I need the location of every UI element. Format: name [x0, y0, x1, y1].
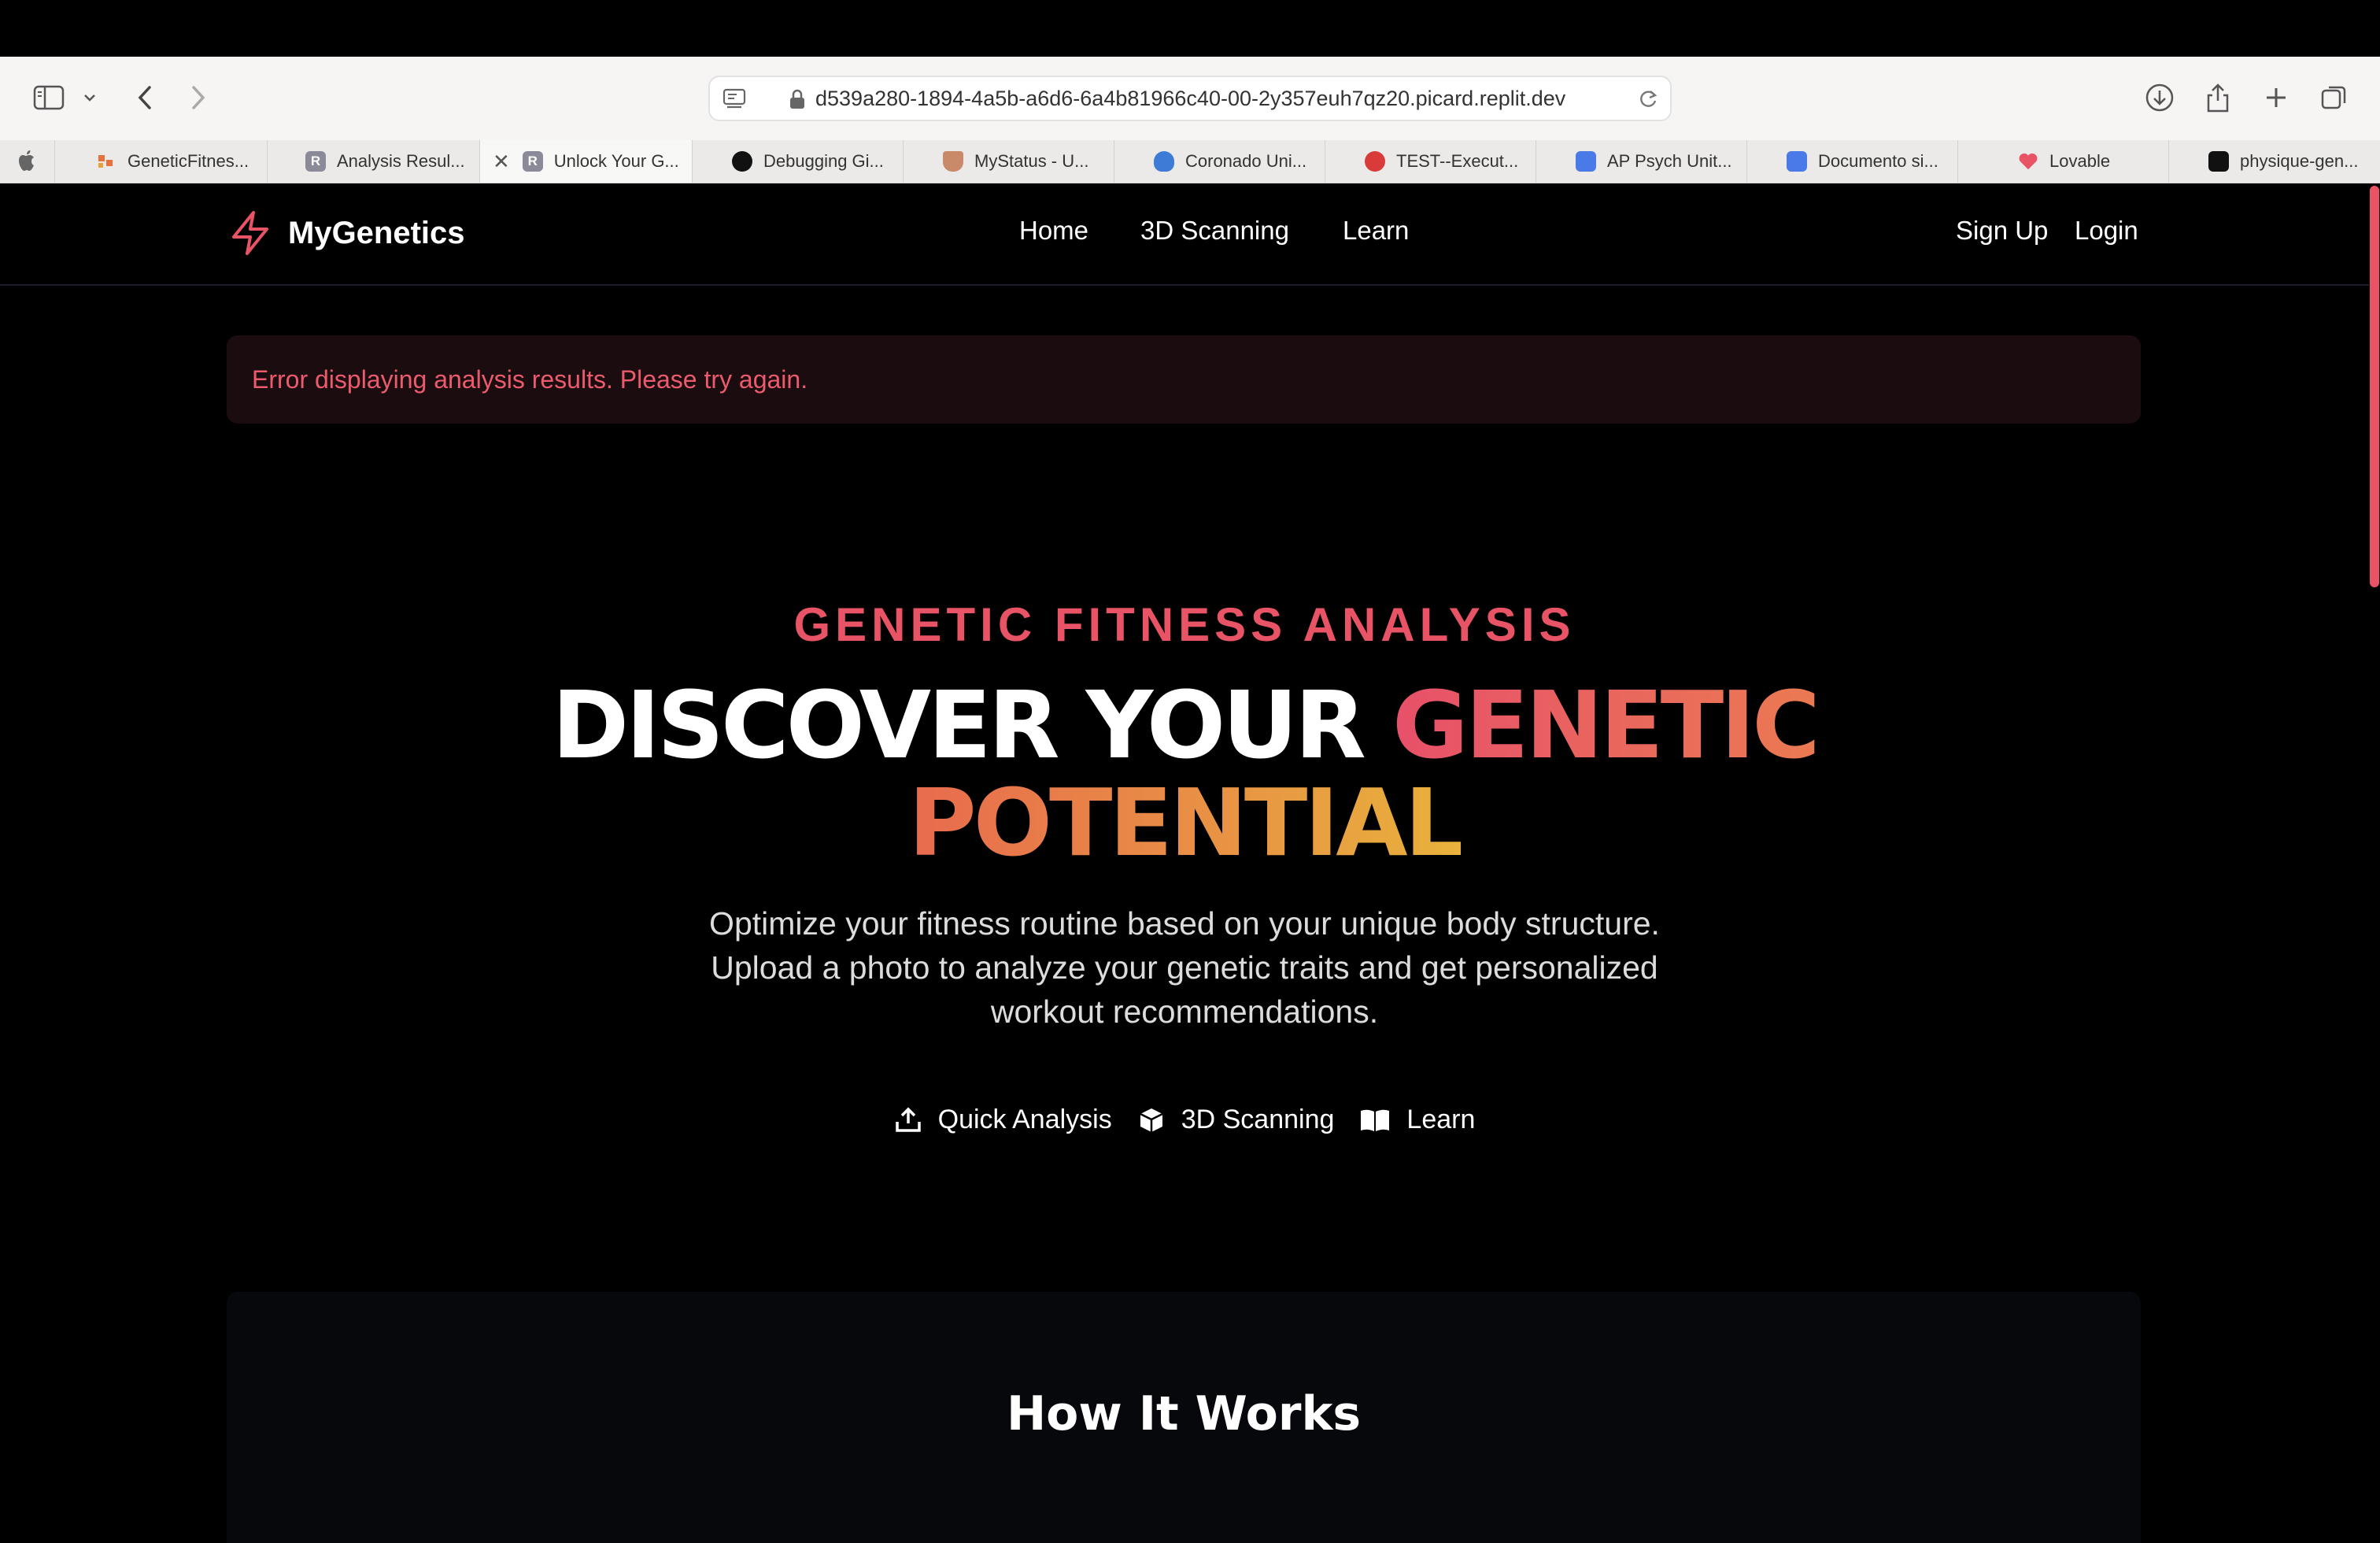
- upload-icon: [895, 1107, 921, 1132]
- openai-favicon-icon: [732, 151, 752, 172]
- forward-icon[interactable]: [178, 77, 219, 118]
- 3d-scanning-label: 3D Scanning: [1181, 1105, 1335, 1134]
- nav-learn[interactable]: Learn: [1343, 215, 1409, 246]
- hero-actions: Quick Analysis 3D Scanning Learn: [0, 1105, 2369, 1135]
- close-tab-icon[interactable]: ✕: [493, 150, 510, 174]
- lightning-icon: [232, 211, 268, 255]
- tab-coronado[interactable]: Coronado Uni...: [1114, 140, 1325, 183]
- docs-favicon-icon: [1787, 151, 1807, 172]
- hero-eyebrow: GENETIC FITNESS ANALYSIS: [793, 598, 1576, 651]
- tab-label: TEST--Execut...: [1396, 151, 1519, 171]
- cube-icon: [1140, 1108, 1163, 1132]
- brand-name: MyGenetics: [288, 215, 465, 250]
- hero-headline: DISCOVER YOUR GENETIC POTENTIAL: [0, 676, 2369, 871]
- subtitle-line: Upload a photo to analyze your genetic t…: [711, 949, 1658, 986]
- hero-subtitle: Optimize your fitness routine based on y…: [0, 901, 2369, 1034]
- cloud-favicon-icon: [1154, 151, 1174, 172]
- url-text[interactable]: d539a280-1894-4a5b-a6d6-6a4b81966c40-00-…: [815, 77, 1565, 120]
- quick-analysis-button[interactable]: Quick Analysis: [894, 1105, 1112, 1135]
- tab-label: AP Psych Unit...: [1607, 151, 1732, 171]
- tab-ap-psych[interactable]: AP Psych Unit...: [1536, 140, 1747, 183]
- replit-favicon-icon: R: [522, 151, 543, 172]
- tab-label: Analysis Resul...: [337, 151, 465, 171]
- address-bar[interactable]: d539a280-1894-4a5b-a6d6-6a4b81966c40-00-…: [708, 76, 1672, 121]
- apple-icon[interactable]: [0, 140, 55, 183]
- heart-favicon-icon: [2208, 151, 2229, 172]
- quick-analysis-label: Quick Analysis: [937, 1105, 1112, 1134]
- sidebar-toggle-icon[interactable]: [28, 77, 69, 118]
- nav-home[interactable]: Home: [1019, 215, 1088, 246]
- site-header: MyGenetics Home 3D Scanning Learn Sign U…: [0, 183, 2369, 286]
- tab-label: Unlock Your G...: [553, 151, 679, 171]
- brand-logo[interactable]: MyGenetics: [230, 210, 465, 256]
- subtitle-line: workout recommendations.: [990, 994, 1379, 1030]
- tab-bar: GeneticFitnes... R Analysis Resul... ✕ R…: [0, 140, 2380, 183]
- menu-bar: [0, 0, 2380, 57]
- lock-icon: [789, 88, 806, 114]
- tab-mystatus[interactable]: MyStatus - U...: [904, 140, 1114, 183]
- tab-label: Debugging Gi...: [763, 151, 884, 171]
- tab-label: GeneticFitnes...: [128, 151, 249, 171]
- page-menu-icon[interactable]: [722, 88, 746, 114]
- web-page: MyGenetics Home 3D Scanning Learn Sign U…: [0, 183, 2369, 1543]
- tab-favicon-icon: [96, 151, 116, 172]
- nav-3d-scanning[interactable]: 3D Scanning: [1140, 215, 1289, 246]
- tab-geneticfitness[interactable]: GeneticFitnes...: [55, 140, 268, 183]
- download-icon[interactable]: [2139, 77, 2180, 118]
- back-icon[interactable]: [124, 77, 165, 118]
- tab-unlock-your-genetics[interactable]: ✕ R Unlock Your G...: [480, 140, 693, 183]
- reload-icon[interactable]: [1637, 88, 1659, 114]
- tab-label: physique-gen...: [2240, 151, 2359, 171]
- how-it-works-section: How It Works: [227, 1292, 2141, 1543]
- browser-toolbar: d539a280-1894-4a5b-a6d6-6a4b81966c40-00-…: [0, 57, 2380, 141]
- scrollbar-thumb[interactable]: [2370, 186, 2379, 587]
- headline-accent: GENETIC: [1391, 671, 1820, 779]
- headline-line2: POTENTIAL: [908, 768, 1464, 877]
- star-favicon-icon: [1365, 151, 1385, 172]
- docs-favicon-icon: [1576, 151, 1596, 172]
- tab-label: Coronado Uni...: [1185, 151, 1307, 171]
- tab-test-execution[interactable]: TEST--Execut...: [1325, 140, 1536, 183]
- new-tab-icon[interactable]: [2256, 77, 2297, 118]
- tab-debugging[interactable]: Debugging Gi...: [693, 140, 904, 183]
- learn-label: Learn: [1406, 1105, 1476, 1134]
- subtitle-line: Optimize your fitness routine based on y…: [709, 905, 1660, 942]
- share-icon[interactable]: [2197, 77, 2238, 118]
- tab-physique-gen[interactable]: physique-gen...: [2169, 140, 2380, 183]
- tab-overview-icon[interactable]: [2314, 77, 2355, 118]
- tab-label: Lovable: [2049, 151, 2111, 171]
- shield-favicon-icon: [943, 151, 963, 172]
- learn-button[interactable]: Learn: [1359, 1105, 1475, 1135]
- login-link[interactable]: Login: [2075, 215, 2138, 246]
- tab-documento[interactable]: Documento si...: [1747, 140, 1958, 183]
- chevron-down-icon[interactable]: [74, 77, 105, 118]
- heart-favicon-icon: [2018, 151, 2038, 172]
- tab-label: Documento si...: [1818, 151, 1938, 171]
- headline-white: DISCOVER YOUR: [552, 671, 1392, 779]
- book-icon: [1361, 1109, 1390, 1131]
- replit-favicon-icon: R: [305, 151, 326, 172]
- tab-analysis-results[interactable]: R Analysis Resul...: [268, 140, 480, 183]
- 3d-scanning-button[interactable]: 3D Scanning: [1137, 1105, 1335, 1135]
- section-title: How It Works: [1006, 1386, 1362, 1441]
- tab-lovable[interactable]: Lovable: [1958, 140, 2169, 183]
- tab-label: MyStatus - U...: [974, 151, 1089, 171]
- sign-up-link[interactable]: Sign Up: [1956, 215, 2048, 246]
- error-alert: Error displaying analysis results. Pleas…: [227, 335, 2141, 424]
